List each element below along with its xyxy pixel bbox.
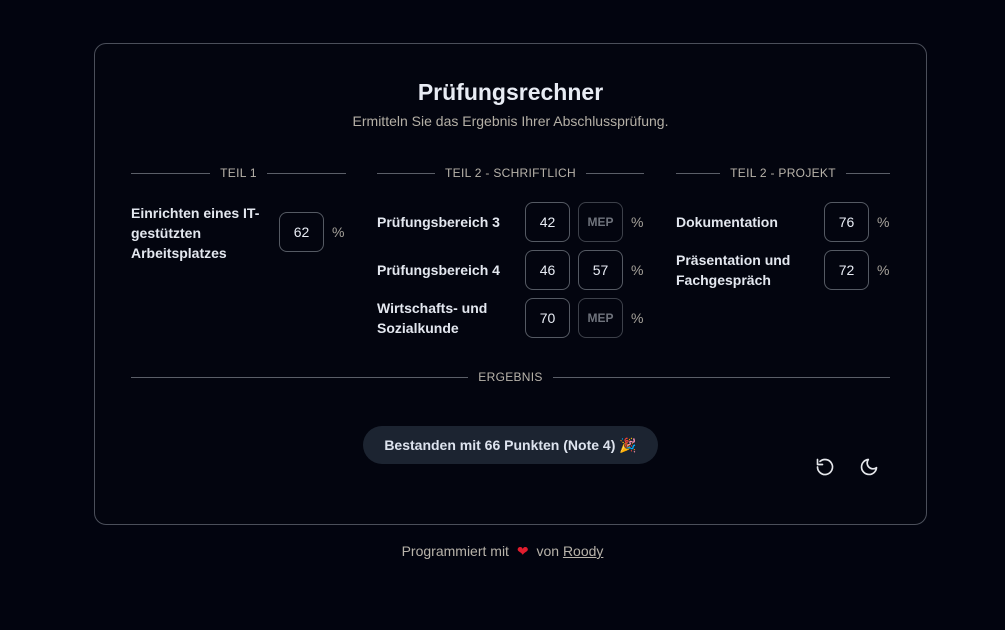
section-schriftlich-divider: TEIL 2 - SCHRIFTLICH [377,166,644,180]
divider-line [552,376,891,378]
wiso-mep-input[interactable]: MEP [578,298,623,338]
footer-by: von [536,543,560,559]
author-link[interactable]: Roody [563,543,603,559]
page-subtitle: Ermitteln Sie das Ergebnis Ihrer Abschlu… [352,113,669,129]
pb4-mep-input[interactable]: 57 [578,250,623,290]
section-teil1-label: TEIL 1 [220,166,257,180]
divider-line [845,172,890,174]
divider-line [377,172,436,174]
teil1-input[interactable]: 62 [279,212,324,252]
heart-icon: ❤ [516,543,529,559]
pb3-label: Prüfungsbereich 3 [377,214,500,230]
section-ergebnis-label: ERGEBNIS [478,370,543,384]
section-projekt-divider: TEIL 2 - PROJEKT [676,166,890,180]
teil1-label: Einrichten eines IT-gestützten Arbeitspl… [131,205,260,261]
result-badge: Bestanden mit 66 Punkten (Note 4) 🎉 [363,426,658,464]
wiso-input[interactable]: 70 [525,298,570,338]
footer: Programmiert mit ❤ von Roody [0,543,1005,560]
praesentation-label: Präsentation und Fachgespräch [676,252,791,288]
pb4-percent: % [631,262,644,278]
pb4-input[interactable]: 46 [525,250,570,290]
pb3-percent: % [631,214,644,230]
praesentation-percent: % [877,262,890,278]
praesentation-input[interactable]: 72 [824,250,869,290]
divider-line [676,172,721,174]
footer-prefix: Programmiert mit [401,543,509,559]
moon-icon [860,458,878,476]
teil1-percent: % [332,224,345,240]
divider-line [131,376,469,378]
doku-label: Dokumentation [676,214,778,230]
divider-line [585,172,644,174]
pb4-label: Prüfungsbereich 4 [377,262,500,278]
reset-icon [816,458,834,476]
pb3-mep-input[interactable]: MEP [578,202,623,242]
divider-line [131,172,211,174]
doku-input[interactable]: 76 [824,202,869,242]
doku-percent: % [877,214,890,230]
page-title: Prüfungsrechner [417,79,604,105]
section-teil1-divider: TEIL 1 [131,166,346,180]
calculator-card: Prüfungsrechner Ermitteln Sie das Ergebn… [94,43,927,525]
divider-line [266,172,346,174]
section-projekt-label: TEIL 2 - PROJEKT [730,166,836,180]
section-ergebnis-divider: ERGEBNIS [131,370,891,384]
section-schriftlich-label: TEIL 2 - SCHRIFTLICH [445,166,576,180]
wiso-label: Wirtschafts- und Sozialkunde [377,300,488,336]
pb3-input[interactable]: 42 [525,202,570,242]
wiso-percent: % [631,310,644,326]
reset-button[interactable] [812,454,838,480]
theme-toggle-button[interactable] [856,454,882,480]
